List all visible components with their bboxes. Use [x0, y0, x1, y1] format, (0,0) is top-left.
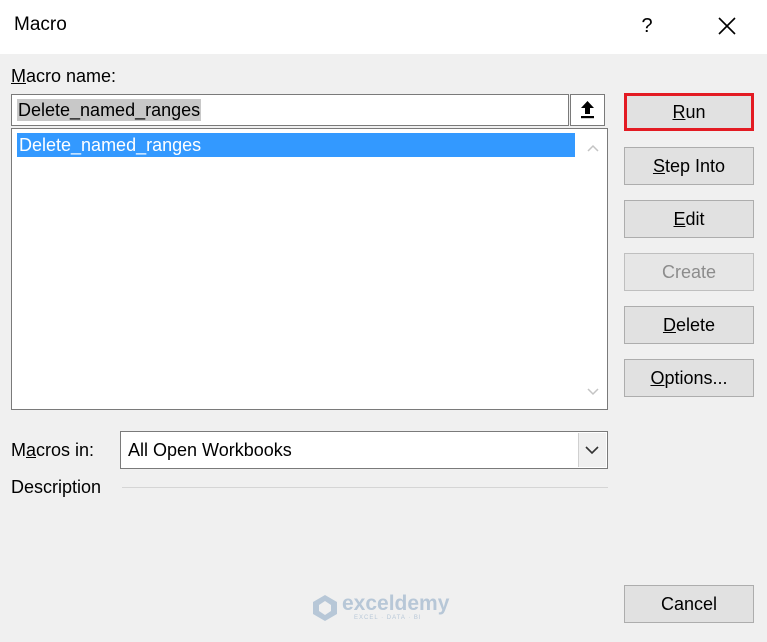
- watermark-name: exceldemy: [342, 592, 450, 615]
- cancel-button[interactable]: Cancel: [624, 585, 754, 623]
- options-button[interactable]: Options...: [624, 359, 754, 397]
- chevron-up-icon: [587, 144, 599, 152]
- macros-in-label-rest: cros in:: [36, 440, 95, 460]
- exceldemy-logo-icon: [313, 595, 337, 621]
- macros-in-select[interactable]: All Open Workbooks: [120, 431, 608, 469]
- scroll-up-button[interactable]: [582, 137, 604, 159]
- macros-in-label: Macros in:: [11, 440, 94, 461]
- delete-button-rest: elete: [675, 315, 716, 335]
- macros-in-label-pre: M: [11, 440, 26, 460]
- window-title: Macro: [14, 14, 67, 35]
- help-button[interactable]: ?: [636, 11, 658, 41]
- scroll-down-button[interactable]: [582, 381, 604, 403]
- dialog-bottom-edge: [0, 636, 767, 642]
- options-button-rest: ptions...: [664, 368, 728, 388]
- macros-in-value: All Open Workbooks: [128, 440, 292, 460]
- close-button[interactable]: [712, 11, 742, 41]
- edit-button-accel: E: [673, 209, 686, 229]
- edit-button[interactable]: Edit: [624, 200, 754, 238]
- edit-button-rest: dit: [685, 209, 705, 229]
- macro-name-value: Delete_named_ranges: [17, 99, 202, 121]
- run-button[interactable]: Run: [624, 93, 754, 131]
- macros-in-label-accel: a: [26, 440, 37, 460]
- step-into-button-rest: tep Into: [664, 156, 726, 176]
- run-button-accel: R: [672, 102, 686, 122]
- step-into-button[interactable]: Step Into: [624, 147, 754, 185]
- step-into-button-accel: S: [652, 156, 665, 176]
- macro-list[interactable]: Delete_named_ranges: [11, 128, 608, 410]
- macro-name-upload-button[interactable]: [570, 94, 605, 126]
- close-icon: [718, 17, 736, 35]
- chevron-down-icon: [585, 446, 599, 455]
- macro-name-label: Macro name:: [11, 66, 116, 87]
- create-button: Create: [624, 253, 754, 291]
- macros-in-dropdown-button[interactable]: [578, 433, 606, 467]
- options-button-accel: O: [650, 368, 665, 388]
- delete-button[interactable]: Delete: [624, 306, 754, 344]
- delete-button-accel: D: [662, 315, 676, 335]
- chevron-down-icon: [587, 388, 599, 396]
- description-label: Description: [11, 477, 102, 497]
- description-divider: [122, 487, 608, 488]
- list-item[interactable]: Delete_named_ranges: [17, 133, 575, 157]
- macro-name-label-accel: M: [11, 66, 26, 86]
- watermark-tagline: EXCEL · DATA · BI: [354, 615, 422, 621]
- macro-name-label-rest: acro name:: [26, 66, 117, 86]
- macro-name-input[interactable]: Delete_named_ranges: [11, 94, 569, 126]
- exceldemy-watermark: exceldemy EXCEL · DATA · BI: [312, 592, 482, 626]
- upload-arrow-icon: [581, 101, 594, 119]
- title-bar: Macro ?: [0, 0, 767, 54]
- run-button-rest: un: [685, 102, 706, 122]
